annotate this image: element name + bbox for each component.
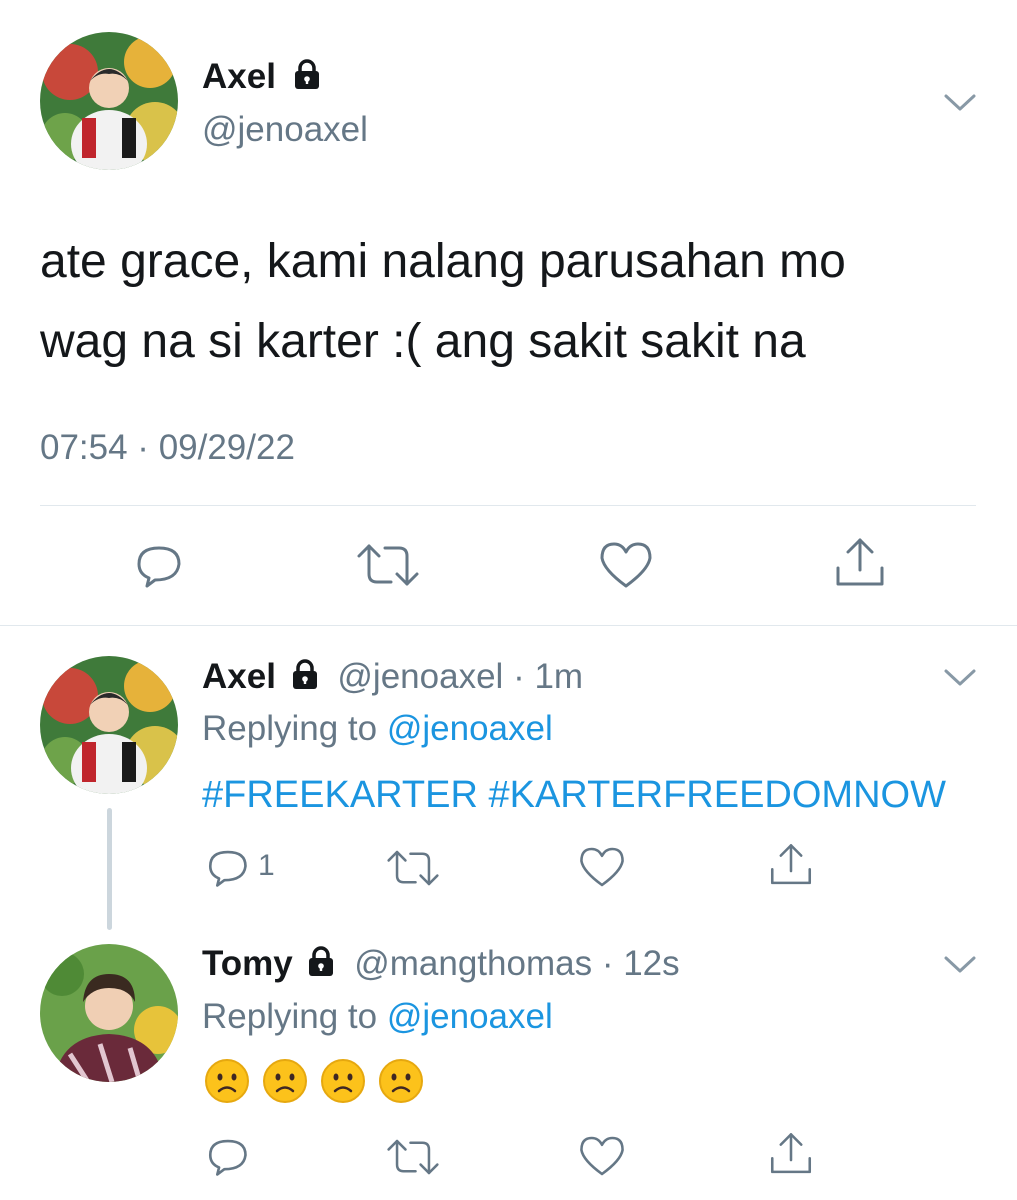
tweet-text: ate grace, kami nalang parusahan mo wag … — [40, 222, 846, 382]
avatar[interactable] — [40, 944, 178, 1082]
reply-icon[interactable] — [205, 1134, 249, 1178]
retweet-icon[interactable] — [385, 847, 441, 889]
tweet-timestamp[interactable]: 07:54 · 09/29/22 — [40, 428, 295, 468]
replying-to-link[interactable]: @jenoaxel — [387, 997, 553, 1036]
divider — [40, 505, 976, 506]
reply-header: Tomy @mangthomas · 12s — [202, 944, 680, 986]
reply-text[interactable]: #FREEKARTER #KARTERFREEDOMNOW — [202, 774, 946, 817]
lock-icon — [292, 58, 322, 99]
tweet-text-line: wag na si karter :( ang sakit sakit na — [40, 315, 806, 368]
display-name[interactable]: Axel — [202, 57, 322, 99]
display-name-text[interactable]: Tomy — [202, 944, 293, 983]
frowning-face-icon — [263, 1059, 307, 1103]
retweet-icon[interactable] — [385, 1136, 441, 1178]
reply-icon[interactable] — [133, 540, 183, 590]
chevron-down-icon[interactable] — [942, 952, 978, 976]
lock-icon — [306, 945, 336, 986]
emoji-row — [204, 1058, 436, 1109]
thread-line — [107, 808, 112, 930]
profile-photo-icon — [40, 656, 178, 794]
frowning-face-icon — [205, 1059, 249, 1103]
like-icon[interactable] — [598, 540, 654, 590]
retweet-icon[interactable] — [355, 540, 421, 590]
like-icon[interactable] — [578, 1134, 626, 1178]
reply-time[interactable]: · 12s — [602, 944, 680, 983]
profile-photo-icon — [40, 32, 178, 170]
avatar[interactable] — [40, 656, 178, 794]
lock-icon — [290, 658, 320, 699]
profile-photo-icon — [40, 944, 178, 1082]
chevron-down-icon[interactable] — [942, 665, 978, 689]
frowning-face-icon — [321, 1059, 365, 1103]
handle[interactable]: @jenoaxel — [337, 657, 503, 696]
replying-label: Replying to — [202, 709, 378, 748]
share-icon[interactable] — [767, 1131, 815, 1177]
chevron-down-icon[interactable] — [942, 90, 978, 114]
display-name-text[interactable]: Axel — [202, 57, 276, 96]
display-name-text[interactable]: Axel — [202, 657, 276, 696]
divider — [0, 625, 1017, 626]
share-icon[interactable] — [832, 536, 888, 590]
handle[interactable]: @mangthomas — [354, 944, 592, 983]
handle[interactable]: @jenoaxel — [202, 110, 368, 150]
frowning-face-icon — [379, 1059, 423, 1103]
avatar[interactable] — [40, 32, 178, 170]
share-icon[interactable] — [767, 842, 815, 888]
tweet-text-line: ate grace, kami nalang parusahan mo — [40, 235, 846, 288]
replying-label: Replying to — [202, 997, 378, 1036]
reply-count: 1 — [258, 849, 275, 882]
replying-to: Replying to @jenoaxel — [202, 997, 553, 1037]
reply-header: Axel @jenoaxel · 1m — [202, 657, 583, 699]
reply-time[interactable]: · 1m — [513, 657, 583, 696]
reply-icon[interactable] — [205, 845, 249, 889]
like-icon[interactable] — [578, 845, 626, 889]
replying-to: Replying to @jenoaxel — [202, 709, 553, 749]
replying-to-link[interactable]: @jenoaxel — [387, 709, 553, 748]
